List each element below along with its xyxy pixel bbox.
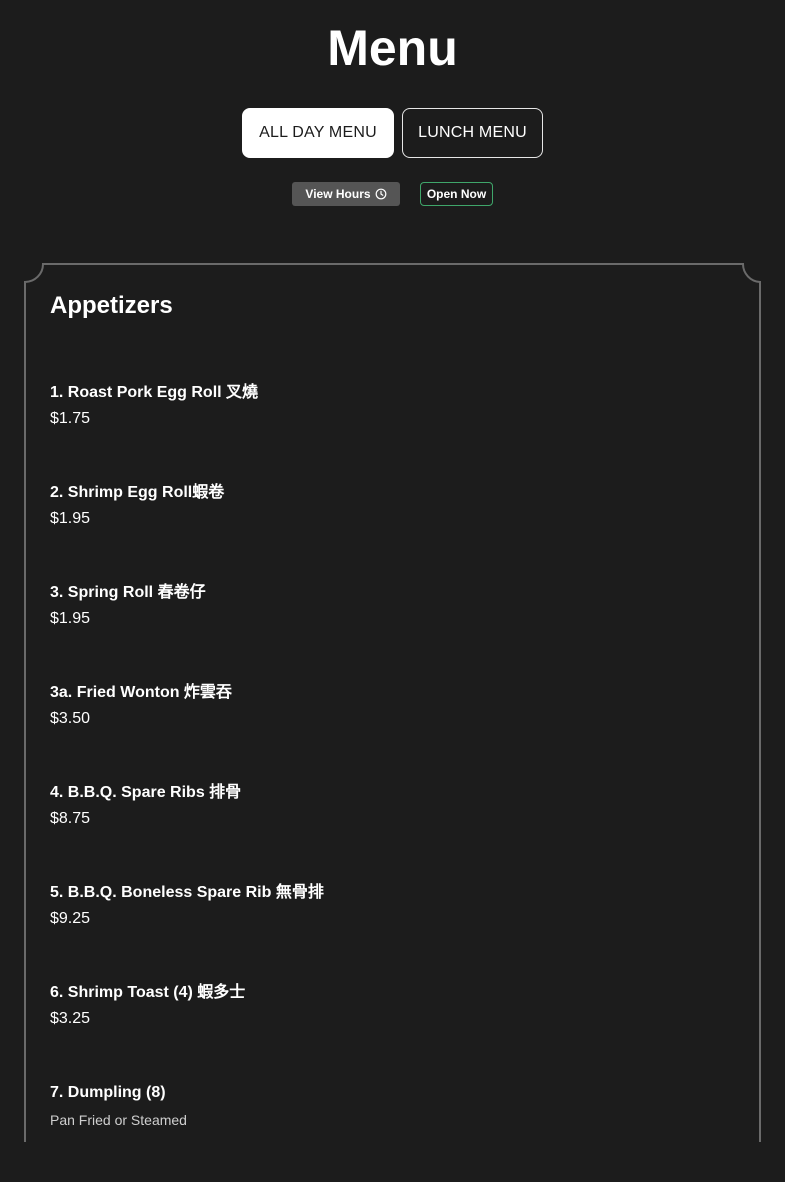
menu-item[interactable]: 1. Roast Pork Egg Roll 叉燒 $1.75 — [50, 382, 730, 482]
section-title-appetizers: Appetizers — [50, 292, 173, 319]
menu-item[interactable]: 6. Shrimp Toast (4) 蝦多士 $3.25 — [50, 982, 730, 1082]
item-name: 7. Dumpling (8) — [50, 1084, 166, 1101]
item-price: $1.95 — [50, 510, 91, 527]
item-name: 1. Roast Pork Egg Roll 叉燒 — [50, 384, 259, 401]
open-status-badge: Open Now — [420, 182, 493, 206]
menu-items-list: 1. Roast Pork Egg Roll 叉燒 $1.75 2. Shrim… — [50, 382, 730, 1182]
page-title: Menu — [327, 20, 458, 76]
item-price: $1.95 — [50, 610, 91, 627]
item-price: $1.75 — [50, 410, 91, 427]
menu-item[interactable]: 3. Spring Roll 春卷仔 $1.95 — [50, 582, 730, 682]
item-name: 5. B.B.Q. Boneless Spare Rib 無骨排 — [50, 884, 324, 901]
item-description: Pan Fried or Steamed — [50, 1112, 187, 1128]
item-price: $8.75 — [50, 810, 91, 827]
menu-item[interactable]: 3a. Fried Wonton 炸雲吞 $3.50 — [50, 682, 730, 782]
item-name: 4. B.B.Q. Spare Ribs 排骨 — [50, 784, 242, 801]
item-name: 2. Shrimp Egg Roll蝦卷 — [50, 484, 225, 501]
menu-item[interactable]: 5. B.B.Q. Boneless Spare Rib 無骨排 $9.25 — [50, 882, 730, 982]
item-name: 3. Spring Roll 春卷仔 — [50, 584, 206, 601]
menu-item[interactable]: 7. Dumpling (8) Pan Fried or Steamed — [50, 1082, 730, 1182]
view-hours-label: View Hours — [305, 187, 371, 201]
tab-all-day-menu[interactable]: ALL DAY MENU — [242, 108, 394, 158]
item-price: $3.25 — [50, 1010, 91, 1027]
clock-icon — [375, 188, 387, 200]
item-price: $3.50 — [50, 710, 91, 727]
menu-item[interactable]: 4. B.B.Q. Spare Ribs 排骨 $8.75 — [50, 782, 730, 882]
tab-lunch-menu[interactable]: LUNCH MENU — [402, 108, 543, 158]
menu-tabs: ALL DAY MENU LUNCH MENU — [0, 108, 785, 158]
item-price: $9.25 — [50, 910, 91, 927]
item-name: 3a. Fried Wonton 炸雲吞 — [50, 684, 232, 701]
view-hours-button[interactable]: View Hours — [292, 182, 400, 206]
menu-item[interactable]: 2. Shrimp Egg Roll蝦卷 $1.95 — [50, 482, 730, 582]
item-name: 6. Shrimp Toast (4) 蝦多士 — [50, 984, 246, 1001]
hours-row: View Hours Open Now — [0, 182, 785, 206]
